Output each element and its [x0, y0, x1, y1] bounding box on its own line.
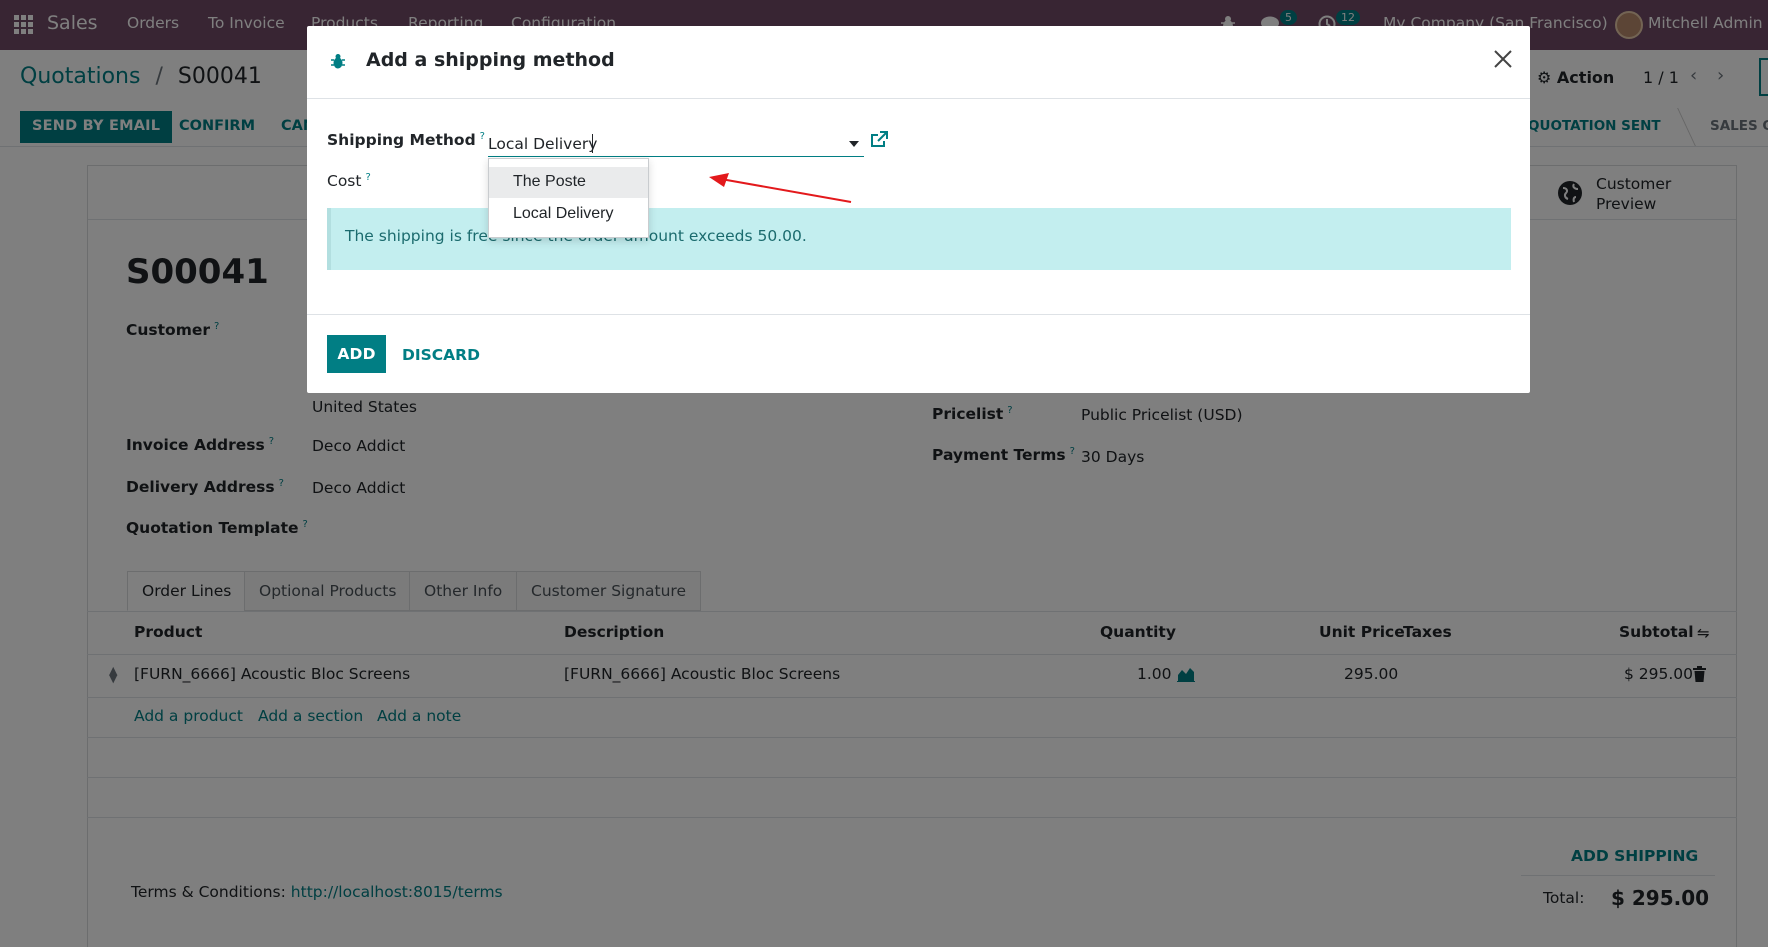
external-link-icon[interactable] — [870, 131, 888, 153]
cost-help-icon[interactable]: ? — [365, 172, 370, 183]
discard-button[interactable]: DISCARD — [402, 346, 480, 364]
shipping-method-label: Shipping Method? — [327, 131, 485, 149]
shipping-method-dropdown: The Poste Local Delivery — [488, 158, 649, 238]
cost-label-text: Cost — [327, 172, 362, 191]
shipping-method-help-icon[interactable]: ? — [480, 131, 485, 142]
dialog-header: Add a shipping method — [307, 26, 1530, 99]
chevron-down-icon[interactable] — [849, 141, 859, 147]
dropdown-option-the-poste[interactable]: The Poste — [489, 167, 648, 198]
dialog-footer: ADD DISCARD — [307, 314, 1530, 393]
shipping-method-input[interactable]: Local Delivery — [488, 129, 864, 157]
dialog-title: Add a shipping method — [366, 49, 615, 71]
shipping-method-label-text: Shipping Method — [327, 131, 476, 150]
shipping-method-dialog: Add a shipping method Shipping Method? L… — [307, 26, 1530, 393]
shipping-method-value: Local Delivery — [488, 135, 598, 153]
cost-label: Cost? — [327, 172, 371, 190]
add-button[interactable]: ADD — [327, 335, 386, 373]
close-icon[interactable] — [1493, 49, 1513, 73]
dropdown-option-local-delivery[interactable]: Local Delivery — [489, 199, 648, 230]
annotation-arrow — [709, 173, 852, 203]
text-cursor — [592, 134, 593, 153]
bug-icon — [331, 53, 345, 73]
